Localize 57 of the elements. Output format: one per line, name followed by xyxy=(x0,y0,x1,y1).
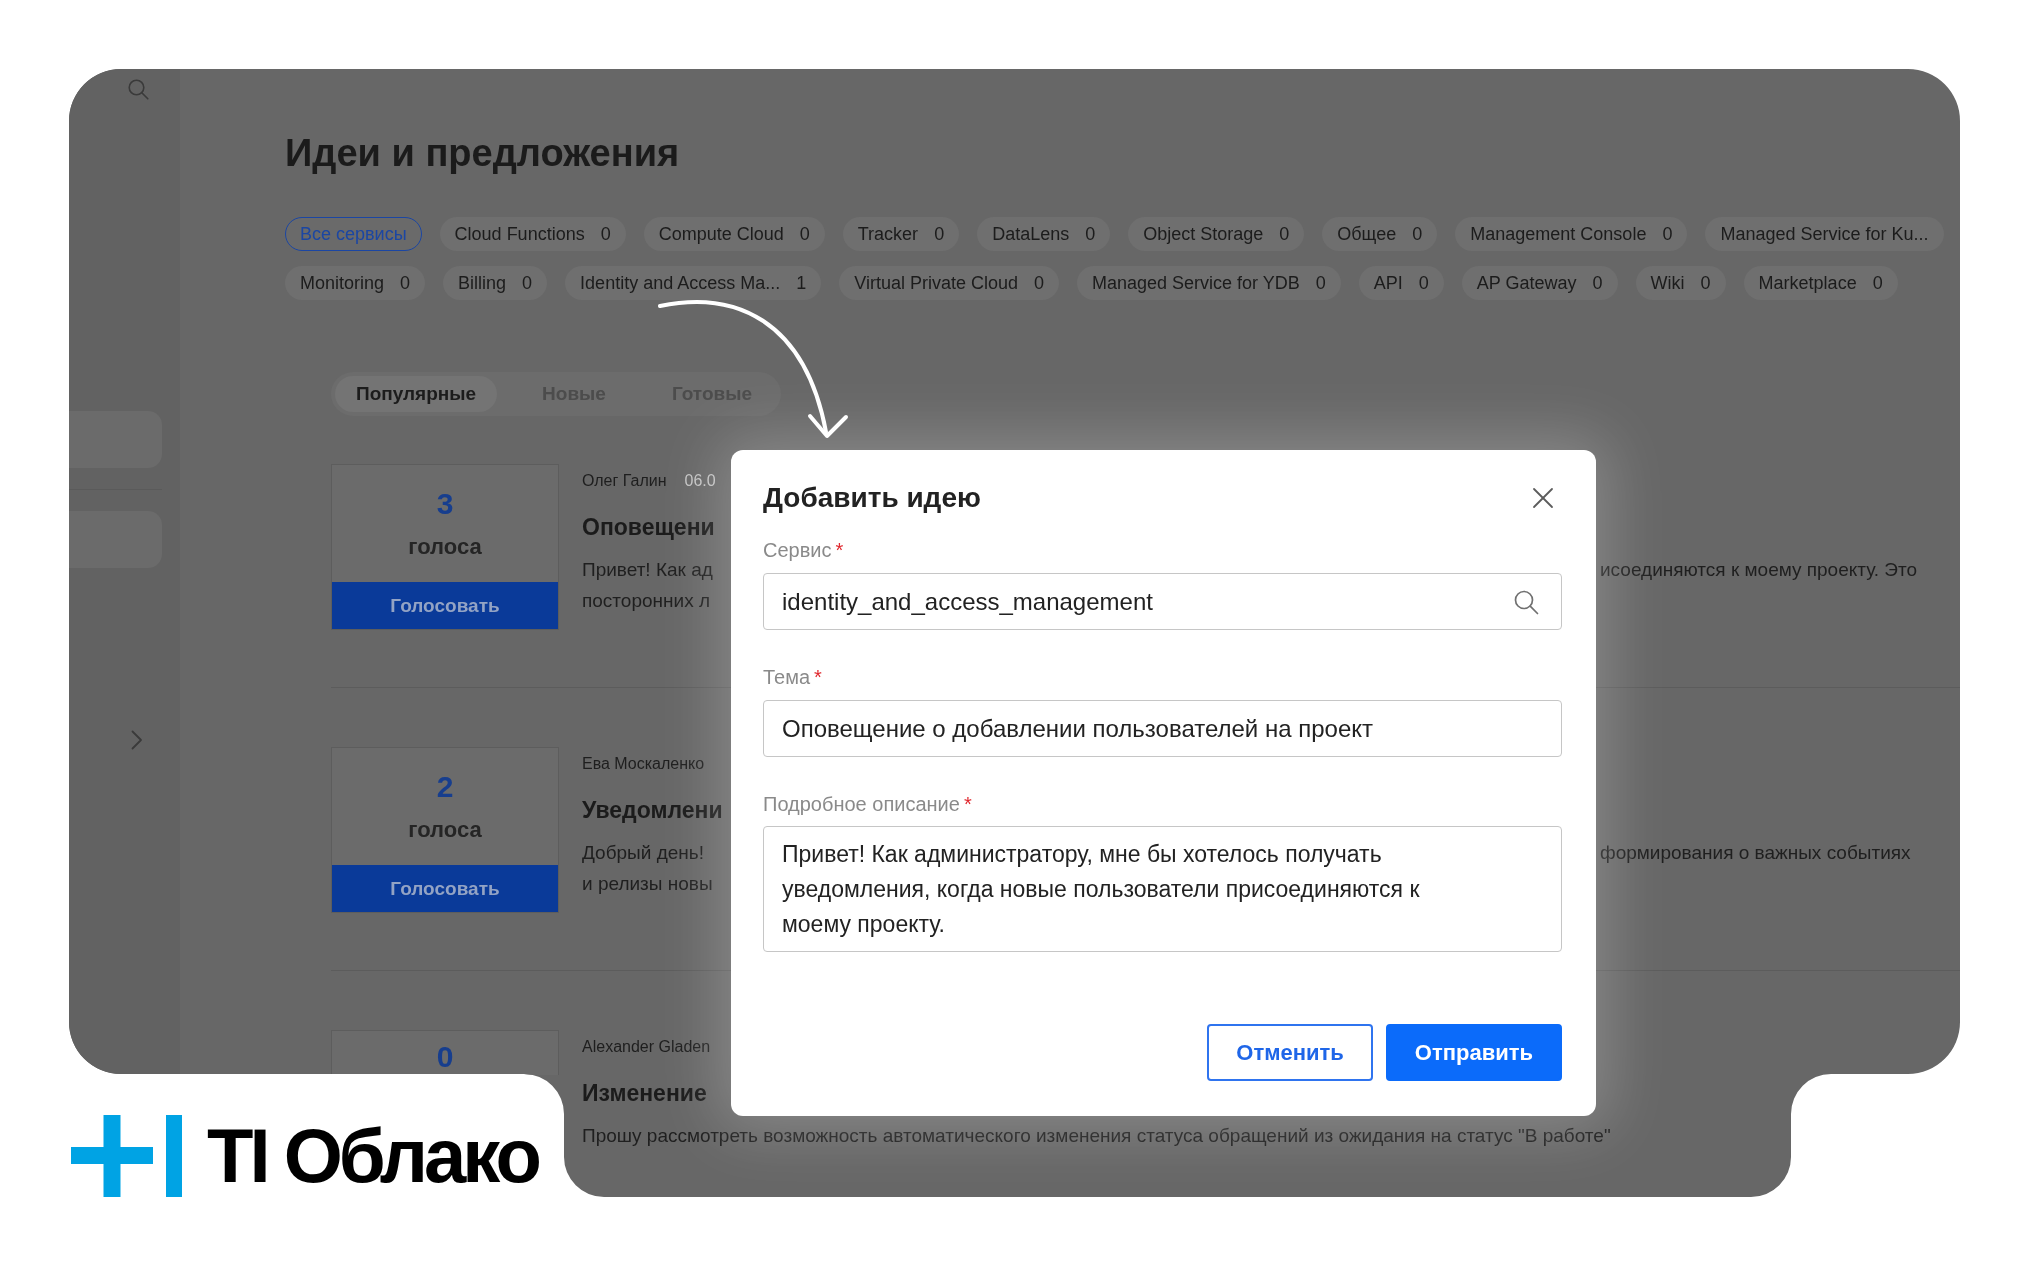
brand-name: TI Облако xyxy=(207,1115,538,1197)
field-label: Подробное описание * xyxy=(763,792,972,817)
field-label: Тема * xyxy=(763,665,822,690)
field-label: Сервис * xyxy=(763,538,844,563)
idea-description: Прошу рассмотреть возможность автоматического изменения статуса обращений из ожидания на статус "В работе" xyxy=(582,1124,1611,1148)
sidebar-item[interactable] xyxy=(69,511,162,568)
idea-description: формирования о важных событиях xyxy=(1600,841,1911,865)
service-filter-tag[interactable]: Marketplace 0 xyxy=(1743,266,1898,300)
idea-description: исоединяются к моему проекту. Это xyxy=(1600,558,1918,582)
sort-tab[interactable]: Популярные xyxy=(335,376,498,412)
service-filter-tag[interactable]: Общее 0 xyxy=(1322,217,1438,251)
search-field[interactable]: identity_and_access_management xyxy=(763,573,1562,630)
search-icon[interactable] xyxy=(127,78,149,100)
plus-logo-icon xyxy=(71,1115,182,1197)
idea-description: Привет! Как ад xyxy=(582,558,713,582)
service-filter-tag[interactable]: DataLens 0 xyxy=(977,217,1111,251)
vote-count: 2 xyxy=(436,769,454,805)
idea-description: и релизы новы xyxy=(582,872,713,896)
service-filter-tag[interactable]: Object Storage 0 xyxy=(1128,217,1305,251)
vote-count: 0 xyxy=(436,1039,454,1075)
chevron-right-icon[interactable] xyxy=(131,730,143,750)
idea-description: посторонних л xyxy=(582,589,710,613)
idea-date: 06.0 xyxy=(684,471,716,491)
service-filter-tag[interactable]: Tracker 0 xyxy=(842,217,960,251)
service-filter-tag[interactable]: Managed Service for YDB 0 xyxy=(1077,266,1341,300)
service-filter-tag[interactable]: Managed Service for Ku... xyxy=(1705,217,1944,251)
textarea-field[interactable]: Привет! Как администратору, мне бы хотелось получать уведомления, когда новые пользователи присоединяются к моему проекту. xyxy=(763,826,1562,952)
vote-button[interactable]: Голосовать xyxy=(332,865,558,912)
service-filter-tag[interactable]: Management Console 0 xyxy=(1455,217,1688,251)
author-name: Ева Москаленко xyxy=(582,754,705,774)
idea-title[interactable]: Оповещени xyxy=(582,512,715,542)
service-filter-tag[interactable]: Compute Cloud 0 xyxy=(643,217,825,251)
vote-button[interactable]: Голосовать xyxy=(332,582,558,629)
vote-count-label: голоса xyxy=(408,533,482,561)
service-filter-tag[interactable]: Wiki 0 xyxy=(1635,266,1726,300)
vote-count-label: голоса xyxy=(408,816,482,844)
service-filter-tag[interactable]: API 0 xyxy=(1358,266,1444,300)
author-name: Олег Галин xyxy=(582,471,667,491)
search-icon xyxy=(1513,588,1539,615)
service-filter-tag[interactable]: AP Gateway 0 xyxy=(1461,266,1618,300)
service-filter-tag[interactable]: Cloud Functions 0 xyxy=(439,217,626,251)
idea-description: Добрый день! xyxy=(582,841,704,865)
dialog-title: Добавить идею xyxy=(763,481,981,515)
author-name: Alexander Gladen xyxy=(582,1037,711,1057)
text-field[interactable]: Оповещение о добавлении пользователей на проект xyxy=(763,700,1562,757)
submit-button[interactable]: Отправить xyxy=(1385,1024,1562,1081)
service-filter-tag[interactable]: Monitoring 0 xyxy=(285,266,426,300)
idea-title[interactable]: Уведомлени xyxy=(582,795,723,825)
close-icon[interactable] xyxy=(1532,487,1554,509)
service-filter-tag[interactable]: Billing 0 xyxy=(443,266,548,300)
service-filter-tag[interactable]: Virtual Private Cloud 0 xyxy=(839,266,1059,300)
sidebar-item[interactable] xyxy=(69,411,162,468)
cancel-button[interactable]: Отменить xyxy=(1207,1024,1373,1081)
page-title: Идеи и предложения xyxy=(285,131,680,176)
idea-title[interactable]: Изменение xyxy=(582,1078,707,1108)
service-filter-tag[interactable]: Identity and Access Ma... 1 xyxy=(565,266,822,300)
vote-count: 3 xyxy=(436,486,454,522)
